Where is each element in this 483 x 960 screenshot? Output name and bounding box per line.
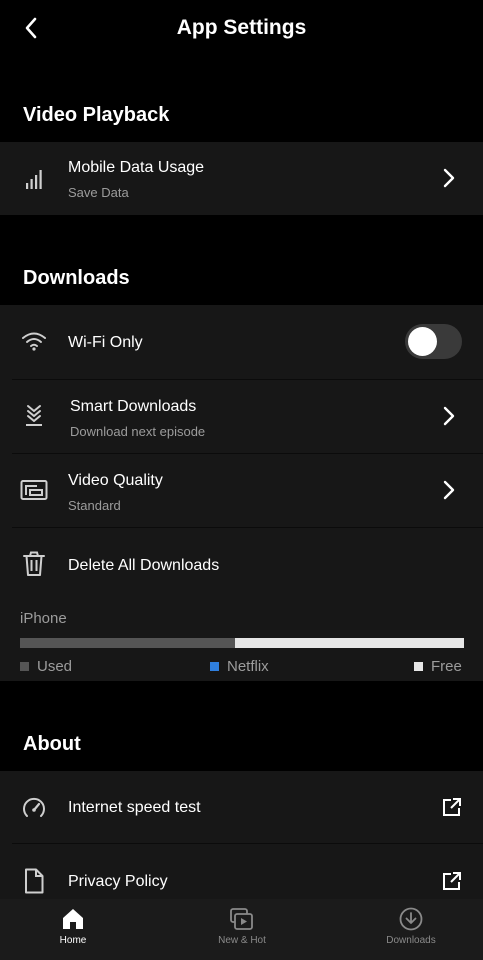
free-swatch [414, 662, 423, 671]
legend-free: Free [414, 658, 462, 675]
mobile-data-usage-value: Save Data [68, 185, 129, 200]
chevron-right-icon [441, 405, 457, 427]
legend-netflix: Netflix [210, 658, 269, 675]
tab-new-hot-label: New & Hot [218, 935, 266, 946]
netflix-swatch [210, 662, 219, 671]
about-group: Internet speed test Privacy Policy [0, 771, 483, 899]
wifi-only-label: Wi-Fi Only [68, 334, 143, 351]
tab-downloads[interactable]: Downloads [351, 899, 471, 960]
internet-speed-test-row[interactable]: Internet speed test [0, 771, 483, 843]
video-quality-value: Standard [68, 498, 121, 513]
internet-speed-test-label: Internet speed test [68, 799, 201, 816]
bottom-tab-bar: Home New & Hot Downloads [0, 899, 483, 960]
smart-downloads-label: Smart Downloads [70, 398, 197, 415]
legend-used-label: Used [37, 658, 73, 675]
section-title-downloads: Downloads [23, 267, 130, 289]
delete-all-downloads-label: Delete All Downloads [68, 557, 220, 574]
video-quality-icon [20, 476, 48, 504]
download-circle-icon [351, 907, 471, 931]
privacy-policy-label: Privacy Policy [68, 873, 168, 890]
tab-home-label: Home [59, 935, 87, 946]
storage-device-label: iPhone [20, 610, 67, 627]
video-quality-label: Video Quality [68, 472, 163, 489]
external-link-icon [441, 870, 463, 892]
trash-icon [20, 550, 48, 578]
legend-netflix-label: Netflix [227, 658, 269, 675]
storage-bar [20, 638, 464, 648]
speedometer-icon [20, 794, 48, 822]
chevron-right-icon [441, 167, 457, 189]
tab-downloads-label: Downloads [386, 935, 436, 946]
smart-downloads-icon [20, 402, 48, 430]
document-icon [20, 867, 48, 895]
wifi-only-toggle[interactable] [405, 324, 462, 359]
legend-used: Used [20, 658, 72, 675]
page-title: App Settings [176, 16, 307, 39]
storage-used-fill [20, 638, 235, 648]
external-link-icon [441, 796, 463, 818]
video-quality-row[interactable]: Video Quality Standard [0, 454, 483, 527]
home-icon [13, 907, 133, 931]
signal-bars-icon [20, 165, 48, 193]
new-hot-icon [182, 907, 302, 931]
used-swatch [20, 662, 29, 671]
section-title-about: About [23, 733, 81, 755]
tab-new-hot[interactable]: New & Hot [182, 899, 302, 960]
header: App Settings [0, 0, 483, 58]
toggle-knob [408, 327, 437, 356]
wifi-icon [20, 327, 48, 355]
wifi-only-row: Wi-Fi Only [0, 305, 483, 379]
tab-home[interactable]: Home [13, 899, 133, 960]
smart-downloads-value: Download next episode [70, 424, 206, 439]
smart-downloads-row[interactable]: Smart Downloads Download next episode [0, 380, 483, 453]
section-title-video-playback: Video Playback [23, 104, 170, 126]
downloads-group: Wi-Fi Only Smart Downloads Download next… [0, 305, 483, 681]
legend-free-label: Free [431, 658, 462, 675]
mobile-data-usage-label: Mobile Data Usage [68, 159, 205, 176]
mobile-data-usage-row[interactable]: Mobile Data Usage Save Data [0, 142, 483, 215]
delete-all-downloads-row[interactable]: Delete All Downloads [0, 528, 483, 600]
chevron-right-icon [441, 479, 457, 501]
